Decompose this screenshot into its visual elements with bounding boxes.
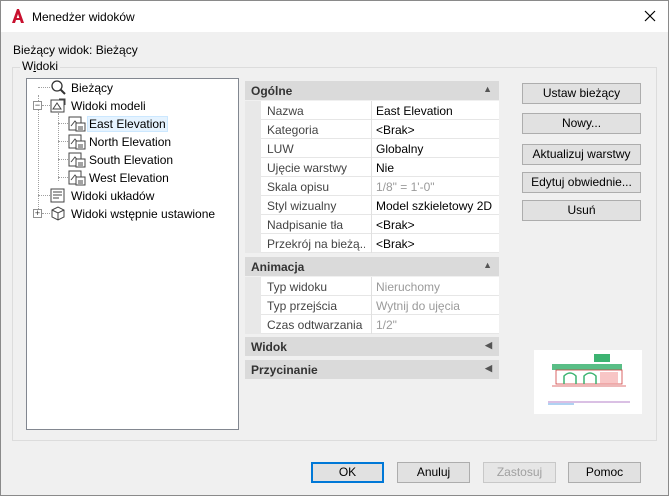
property-value[interactable]: Nie <box>371 158 499 177</box>
tree-item-north-elevation[interactable]: North Elevation <box>27 133 238 150</box>
property-row[interactable]: Ujęcie warstwy Nie <box>245 158 499 177</box>
cube-icon <box>51 206 65 221</box>
expand-expander[interactable]: + <box>33 209 42 218</box>
property-value: 1/8" = 1'-0" <box>371 177 499 196</box>
property-name: Nazwa <box>267 104 304 118</box>
section-general[interactable]: Ogólne ▲ <box>245 81 499 100</box>
section-title: Widok <box>251 340 287 354</box>
tree-item-label: South Elevation <box>89 153 174 167</box>
tree-item-east-elevation[interactable]: East Elevation <box>27 115 238 132</box>
section-title: Ogólne <box>251 84 293 98</box>
property-row[interactable]: Przekrój na bieżą... <Brak> <box>245 234 499 253</box>
tree-item-west-elevation[interactable]: West Elevation <box>27 169 238 186</box>
property-value[interactable]: <Brak> <box>371 215 499 234</box>
tree-item-label: East Elevation <box>87 116 168 132</box>
delete-button[interactable]: Usuń <box>522 200 641 221</box>
property-value: Wytnij do ujęcia <box>371 296 499 315</box>
update-layers-button[interactable]: Aktualizuj warstwy <box>522 144 641 165</box>
tree-item-model-views[interactable]: − Widoki modeli <box>27 97 238 114</box>
apply-button[interactable]: Zastosuj <box>483 462 556 483</box>
property-value[interactable]: <Brak> <box>371 234 499 253</box>
property-value[interactable]: East Elevation <box>371 101 499 120</box>
help-button[interactable]: Pomoc <box>568 462 641 483</box>
property-row[interactable]: Typ widoku Nieruchomy <box>245 277 499 296</box>
property-row[interactable]: Skala opisu 1/8" = 1'-0" <box>245 177 499 196</box>
property-name: Czas odtwarzania <box>267 318 363 332</box>
expand-arrow-icon: ◀ <box>485 363 492 373</box>
section-clipping[interactable]: Przycinanie ◀ <box>245 360 499 379</box>
property-name: Przekrój na bieżą... <box>267 237 365 251</box>
property-row[interactable]: Styl wizualny Model szkieletowy 2D <box>245 196 499 215</box>
named-view-icon <box>68 170 86 186</box>
model-views-icon <box>50 98 66 113</box>
property-row[interactable]: LUW Globalny <box>245 139 499 158</box>
property-row[interactable]: Nazwa East Elevation <box>245 101 499 120</box>
section-title: Animacja <box>251 260 305 274</box>
tree-item-label: Widoki modeli <box>71 99 146 113</box>
new-view-button[interactable]: Nowy... <box>522 113 641 134</box>
property-row[interactable]: Nadpisanie tła <Brak> <box>245 215 499 234</box>
collapse-expander[interactable]: − <box>33 101 42 110</box>
property-value[interactable]: <Brak> <box>371 120 499 139</box>
property-name: Typ widoku <box>267 280 328 294</box>
expand-arrow-icon: ◀ <box>485 340 492 350</box>
property-row[interactable]: Kategoria <Brak> <box>245 120 499 139</box>
views-tree[interactable]: Bieżący − Widoki modeli East Elevation N… <box>26 78 239 430</box>
section-animation[interactable]: Animacja ▲ <box>245 257 499 276</box>
close-icon[interactable] <box>638 5 662 27</box>
edit-boundaries-button[interactable]: Edytuj obwiednie... <box>522 172 641 193</box>
property-row[interactable]: Typ przejścia Wytnij do ujęcia <box>245 296 499 315</box>
property-name: Styl wizualny <box>267 199 337 213</box>
named-view-icon <box>68 152 86 168</box>
property-name: Typ przejścia <box>267 299 338 313</box>
tree-item-south-elevation[interactable]: South Elevation <box>27 151 238 168</box>
named-view-icon <box>68 134 86 150</box>
property-value[interactable]: Globalny <box>371 139 499 158</box>
autocad-a-icon <box>12 9 24 23</box>
layout-views-icon <box>50 188 65 203</box>
window-title: Menedżer widoków <box>32 10 135 24</box>
views-group-label: Widoki <box>20 59 61 73</box>
named-view-icon <box>68 116 86 132</box>
ok-button[interactable]: OK <box>311 462 384 483</box>
section-title: Przycinanie <box>251 363 318 377</box>
tree-item-label: Widoki układów <box>71 189 155 203</box>
collapse-arrow-icon: ▲ <box>483 84 492 94</box>
tree-item-preset-views[interactable]: + Widoki wstępnie ustawione <box>27 205 238 222</box>
tree-item-label: West Elevation <box>89 171 169 185</box>
property-row[interactable]: Czas odtwarzania 1/2" <box>245 315 499 334</box>
tree-item-label: North Elevation <box>89 135 172 149</box>
tree-item-current[interactable]: Bieżący <box>27 79 238 96</box>
view-preview-image <box>534 350 642 414</box>
property-name: Skala opisu <box>267 180 330 194</box>
set-current-button[interactable]: Ustaw bieżący <box>522 83 641 104</box>
property-name: LUW <box>267 142 294 156</box>
collapse-arrow-icon: ▲ <box>483 260 492 270</box>
section-view[interactable]: Widok ◀ <box>245 337 499 356</box>
title-bar: Menedżer widoków <box>1 1 668 32</box>
property-value: Nieruchomy <box>371 277 499 296</box>
property-name: Nadpisanie tła <box>267 218 344 232</box>
property-value[interactable]: Model szkieletowy 2D <box>371 196 499 215</box>
property-name: Kategoria <box>267 123 319 137</box>
tree-item-label: Widoki wstępnie ustawione <box>71 207 216 221</box>
property-name: Ujęcie warstwy <box>267 161 348 175</box>
tree-item-layout-views[interactable]: Widoki układów <box>27 187 238 204</box>
cancel-button[interactable]: Anuluj <box>397 462 470 483</box>
magnifier-icon <box>51 80 66 95</box>
view-manager-dialog: Menedżer widoków Bieżący widok: Bieżący … <box>0 0 669 496</box>
current-view-label: Bieżący widok: Bieżący <box>13 43 138 57</box>
tree-item-label: Bieżący <box>71 81 114 95</box>
property-value: 1/2" <box>371 315 499 334</box>
